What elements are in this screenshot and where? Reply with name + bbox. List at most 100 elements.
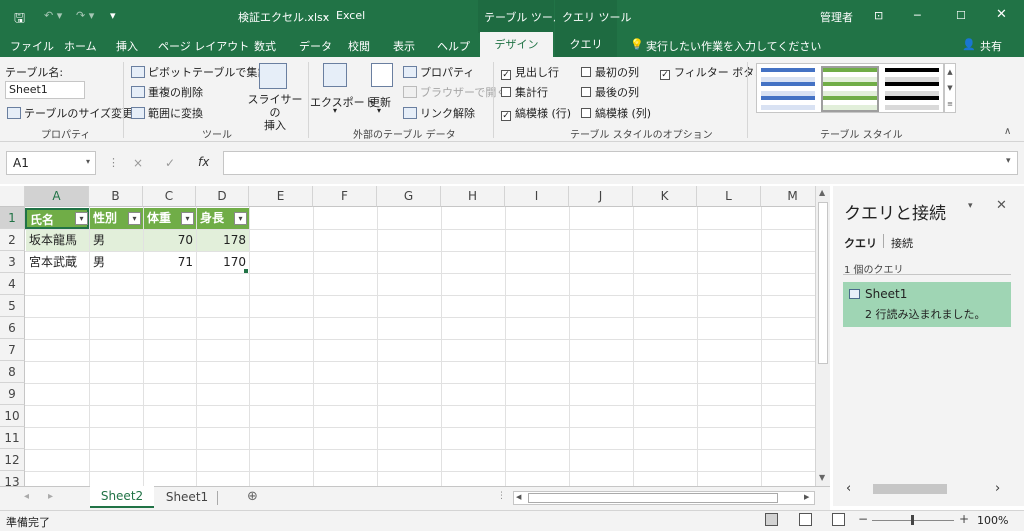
tab-page-layout[interactable]: ページ レイアウト (158, 38, 249, 54)
zoom-in-icon[interactable]: + (959, 512, 969, 526)
row-header-2[interactable]: 2 (0, 229, 25, 251)
properties-button[interactable]: プロパティ (403, 64, 474, 80)
gallery-scroll[interactable]: ▲ ▼ ≡ (944, 63, 956, 113)
tab-home[interactable]: ホーム (64, 38, 97, 54)
column-header-l[interactable]: L (697, 186, 761, 207)
row-header-10[interactable]: 10 (0, 405, 25, 427)
save-icon[interactable]: 🖫 (14, 9, 25, 31)
column-header-e[interactable]: E (249, 186, 313, 207)
row-header-1[interactable]: 1 (0, 207, 25, 229)
filter-dropdown-icon[interactable]: ▾ (234, 212, 247, 225)
tab-data[interactable]: データ (299, 38, 332, 54)
banded-columns-checkbox[interactable]: 縞模様 (列) (581, 105, 651, 121)
column-header-j[interactable]: J (569, 186, 633, 207)
page-break-view-icon[interactable] (832, 513, 845, 526)
first-column-checkbox[interactable]: 最初の列 (581, 64, 639, 80)
cell-b2[interactable]: 男 (90, 230, 143, 251)
table-styles-gallery[interactable] (756, 63, 944, 113)
row-header-8[interactable]: 8 (0, 361, 25, 383)
tell-me-search[interactable]: 実行したい作業を入力してください (646, 38, 821, 54)
tab-review[interactable]: 校閲 (348, 38, 370, 54)
row-header-7[interactable]: 7 (0, 339, 25, 361)
account-user[interactable]: 管理者 (820, 9, 853, 25)
cell-c2[interactable]: 70 (144, 230, 196, 251)
column-header-i[interactable]: I (505, 186, 569, 207)
row-header-5[interactable]: 5 (0, 295, 25, 317)
tab-formulas[interactable]: 数式 (254, 38, 276, 54)
qat-customize-icon[interactable]: ▾ (110, 9, 116, 22)
zoom-level[interactable]: 100% (977, 514, 1008, 527)
tab-file[interactable]: ファイル (10, 38, 54, 54)
add-sheet-icon[interactable]: ⊕ (247, 489, 258, 504)
filter-dropdown-icon[interactable]: ▾ (181, 212, 194, 225)
hscroll-left-icon[interactable]: ◀ (516, 493, 521, 501)
remove-duplicates-button[interactable]: 重複の削除 (131, 84, 203, 100)
ribbon-display-icon[interactable]: ⊡ (874, 9, 883, 22)
sheet-tab-sheet2[interactable]: Sheet2 (90, 486, 154, 508)
name-box[interactable]: A1 ▾ (6, 151, 96, 175)
split-handle-icon[interactable]: ⋮ (497, 491, 506, 501)
tab-help[interactable]: ヘルプ (437, 38, 470, 54)
close-icon[interactable]: ✕ (996, 7, 1007, 22)
prev-sheet-icon[interactable]: ◂ (24, 491, 29, 502)
pivot-summarize-button[interactable]: ピボットテーブルで集計 (131, 64, 268, 80)
worksheet-grid[interactable]: A B C D E F G H I J K L M 1 2 3 4 5 6 7 … (0, 186, 830, 486)
tab-insert[interactable]: 挿入 (116, 38, 138, 54)
cell-d2[interactable]: 178 (197, 230, 249, 251)
tab-design[interactable]: デザイン (480, 32, 553, 57)
row-header-12[interactable]: 12 (0, 449, 25, 471)
hscroll-right-icon[interactable]: ▶ (804, 493, 809, 501)
cell-b3[interactable]: 男 (90, 252, 143, 273)
header-row-checkbox[interactable]: ✓ 見出し行 (501, 64, 559, 80)
undo-icon[interactable]: ↶ ▾ (44, 9, 62, 22)
pane-scroll-right-icon[interactable]: › (995, 481, 1000, 496)
banded-rows-checkbox[interactable]: ✓ 縞模様 (行) (501, 105, 571, 121)
column-header-k[interactable]: K (633, 186, 697, 207)
export-button[interactable]: エクスポート (310, 94, 376, 110)
pane-options-icon[interactable]: ▾ (968, 201, 973, 211)
zoom-slider-handle[interactable] (911, 515, 914, 525)
cancel-formula-icon[interactable]: × (133, 156, 143, 170)
cell-a2[interactable]: 坂本龍馬 (26, 230, 89, 251)
scroll-up-icon[interactable]: ▲ (819, 188, 825, 197)
sheet-tab-sheet1[interactable]: Sheet1 (157, 487, 217, 508)
filter-dropdown-icon[interactable]: ▾ (75, 212, 88, 225)
tab-query[interactable]: クエリ (555, 32, 617, 57)
total-row-checkbox[interactable]: 集計行 (501, 84, 548, 100)
enter-formula-icon[interactable]: ✓ (165, 156, 175, 170)
select-all-corner[interactable] (0, 186, 25, 207)
zoom-out-icon[interactable]: − (858, 512, 868, 526)
filter-button-checkbox[interactable]: ✓ フィルター ボタン (660, 64, 765, 80)
cell-a3[interactable]: 宮本武蔵 (26, 252, 89, 273)
query-item[interactable]: Sheet1 2 行読み込まれました。 (843, 282, 1011, 327)
minimize-icon[interactable]: ─ (914, 9, 921, 22)
page-layout-view-icon[interactable] (799, 513, 812, 526)
filter-dropdown-icon[interactable]: ▾ (128, 212, 141, 225)
formula-input[interactable] (223, 151, 1018, 175)
row-header-9[interactable]: 9 (0, 383, 25, 405)
redo-icon[interactable]: ↷ ▾ (76, 9, 94, 22)
pane-tab-queries[interactable]: クエリ (844, 235, 877, 251)
table-resize-handle[interactable] (244, 269, 248, 273)
column-header-b[interactable]: B (89, 186, 143, 207)
pane-tab-connections[interactable]: 接続 (891, 235, 913, 251)
row-header-11[interactable]: 11 (0, 427, 25, 449)
pane-scroll-thumb[interactable] (873, 484, 947, 494)
share-button[interactable]: 共有 (980, 38, 1002, 54)
table-name-input[interactable]: Sheet1 (5, 81, 85, 99)
column-header-f[interactable]: F (313, 186, 377, 207)
pane-horizontal-scrollbar[interactable]: ‹ › (843, 481, 1013, 496)
column-header-c[interactable]: C (143, 186, 196, 207)
column-header-g[interactable]: G (377, 186, 441, 207)
maximize-icon[interactable]: ☐ (956, 9, 966, 22)
pane-scroll-left-icon[interactable]: ‹ (846, 481, 851, 496)
hscroll-thumb[interactable] (528, 493, 778, 503)
horizontal-scrollbar[interactable]: ◀ ▶ (513, 491, 815, 505)
normal-view-icon[interactable] (765, 513, 778, 526)
column-header-h[interactable]: H (441, 186, 505, 207)
table-style-black[interactable] (885, 68, 939, 110)
cell-c3[interactable]: 71 (144, 252, 196, 273)
tab-view[interactable]: 表示 (393, 38, 415, 54)
column-header-a[interactable]: A (25, 186, 89, 207)
row-header-3[interactable]: 3 (0, 251, 25, 273)
